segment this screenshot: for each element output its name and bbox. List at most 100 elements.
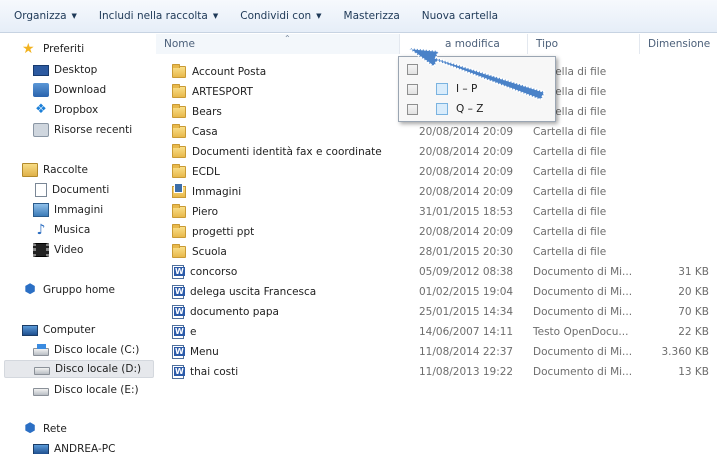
nav-homegroup[interactable]: ⬢ Gruppo home [22, 281, 115, 299]
dropbox-icon: ❖ [35, 102, 47, 117]
file-name: Casa [192, 126, 218, 138]
video-icon [33, 243, 49, 257]
file-name-cell: progetti ppt [172, 224, 254, 238]
folder-icon [172, 144, 186, 158]
nav-label: Computer [43, 324, 96, 336]
file-name-cell: concorso [172, 265, 237, 279]
network-icon: ⬢ [24, 421, 36, 436]
file-name-cell: e [172, 325, 196, 339]
star-icon: ★ [22, 41, 35, 57]
drive-icon [34, 367, 50, 375]
file-size: 70 KB [678, 306, 709, 318]
nav-computer[interactable]: Computer [22, 321, 95, 339]
file-row[interactable]: Casa 20/08/2014 20:09 Cartella di file [156, 122, 717, 142]
file-row[interactable]: documento papa 25/01/2015 14:34 Documento … [156, 302, 717, 322]
file-name-cell: delega uscita Francesca [172, 285, 316, 299]
file-row[interactable]: Menu 11/08/2014 22:37 Documento di Mi... 3.… [156, 342, 717, 362]
folder-icon [172, 244, 186, 258]
drive-icon [33, 388, 49, 396]
nav-disk-c[interactable]: Disco locale (C:) [33, 341, 139, 359]
file-name-cell: Scuola [172, 244, 227, 258]
file-name-cell: Documenti identità fax e coordinate [172, 144, 382, 158]
nav-label: Dropbox [54, 104, 99, 116]
organize-menu[interactable]: Organizza ▼ [14, 10, 77, 22]
file-date: 11/08/2014 22:37 [419, 346, 514, 358]
nav-disk-e[interactable]: Disco locale (E:) [33, 381, 139, 399]
file-row[interactable]: delega uscita Francesca 01/02/2015 19:04 D… [156, 282, 717, 302]
nav-music[interactable]: ♪ Musica [33, 221, 91, 239]
file-date: 11/08/2013 19:22 [419, 366, 514, 378]
file-type: Cartella di file [533, 146, 607, 158]
column-headers: Nome ⌃ a modifica Tipo Dimensione [156, 34, 717, 54]
documents-icon [35, 183, 47, 197]
nav-video[interactable]: Video [33, 241, 83, 259]
filter-option[interactable] [407, 60, 436, 78]
filter-dropdown: I – P Q – Z [398, 56, 556, 122]
file-row[interactable]: thai costi 11/08/2013 19:22 Documento di M… [156, 362, 717, 382]
file-row[interactable]: concorso 05/09/2012 08:38 Documento di Mi.… [156, 262, 717, 282]
column-label: Nome [164, 38, 195, 50]
nav-dropbox[interactable]: ❖ Dropbox [33, 101, 98, 119]
file-date: 01/02/2015 19:04 [419, 286, 514, 298]
nav-recent[interactable]: Risorse recenti [33, 121, 132, 139]
filter-option[interactable]: I – P [407, 80, 477, 98]
filter-option-label: Q – Z [456, 103, 484, 115]
column-header-type[interactable]: Tipo [527, 34, 639, 54]
include-in-library-menu[interactable]: Includi nella raccolta ▼ [99, 10, 218, 22]
folder-icon [172, 64, 186, 78]
nav-desktop[interactable]: Desktop [33, 61, 97, 79]
file-date: 31/01/2015 18:53 [419, 206, 514, 218]
pictures-folder-icon [172, 183, 186, 198]
group-icon [436, 83, 448, 95]
file-row[interactable]: Documenti identità fax e coordinate 20/08… [156, 142, 717, 162]
file-row[interactable]: progetti ppt 20/08/2014 20:09 Cartella di … [156, 222, 717, 242]
file-row[interactable]: Scuola 28/01/2015 20:30 Cartella di file [156, 242, 717, 262]
filter-option[interactable]: Q – Z [407, 100, 483, 118]
file-name: delega uscita Francesca [190, 286, 317, 298]
nav-documents[interactable]: Documenti [33, 181, 109, 199]
column-header-name[interactable]: Nome ⌃ [156, 34, 399, 54]
file-date: 05/09/2012 08:38 [419, 266, 514, 278]
file-date: 20/08/2014 20:09 [419, 226, 514, 238]
file-name-cell: ECDL [172, 164, 220, 178]
file-name-cell: Immagini [172, 183, 241, 198]
file-size: 22 KB [678, 326, 709, 338]
file-name-cell: Casa [172, 124, 218, 138]
nav-favorites[interactable]: ★ Preferiti [22, 40, 84, 58]
file-name-cell: thai costi [172, 365, 238, 379]
folder-icon [172, 84, 186, 98]
file-date: 28/01/2015 20:30 [419, 246, 514, 258]
column-label: Dimensione [648, 38, 711, 50]
file-type: Cartella di file [533, 186, 607, 198]
file-row[interactable]: Immagini 20/08/2014 20:09 Cartella di file [156, 182, 717, 202]
nav-disk-d[interactable]: Disco locale (D:) [4, 360, 154, 378]
nav-pictures[interactable]: Immagini [33, 201, 103, 219]
nav-label: Disco locale (E:) [54, 384, 139, 396]
new-folder-button[interactable]: Nuova cartella [422, 10, 498, 22]
nav-download[interactable]: Download [33, 81, 106, 99]
nav-libraries[interactable]: Raccolte [22, 161, 88, 179]
file-type: Documento di Mi... [533, 286, 633, 298]
file-name-cell: Bears [172, 104, 222, 118]
nav-label: Musica [54, 224, 91, 236]
checkbox[interactable] [407, 103, 418, 115]
download-folder-icon [33, 83, 49, 97]
burn-button[interactable]: Masterizza [344, 10, 400, 22]
dropdown-arrow-icon: ▼ [71, 12, 77, 20]
homegroup-icon: ⬢ [24, 282, 36, 297]
group-icon [436, 103, 448, 115]
file-name-cell: Piero [172, 204, 218, 218]
file-row[interactable]: ECDL 20/08/2014 20:09 Cartella di file [156, 162, 717, 182]
share-label: Condividi con [240, 10, 312, 22]
nav-network[interactable]: ⬢ Rete [22, 420, 67, 438]
column-header-date[interactable]: a modifica [399, 34, 527, 54]
nav-label: Documenti [52, 184, 110, 196]
file-row[interactable]: Piero 31/01/2015 18:53 Cartella di file [156, 202, 717, 222]
nav-andrea-pc[interactable]: ANDREA-PC [33, 440, 115, 454]
file-row[interactable]: e 14/06/2007 14:11 Testo OpenDocu... 22 KB [156, 322, 717, 342]
nav-label: Disco locale (C:) [54, 344, 140, 356]
checkbox[interactable] [407, 63, 418, 75]
column-header-size[interactable]: Dimensione [639, 34, 717, 54]
checkbox[interactable] [407, 83, 418, 95]
share-with-menu[interactable]: Condividi con ▼ [240, 10, 321, 22]
